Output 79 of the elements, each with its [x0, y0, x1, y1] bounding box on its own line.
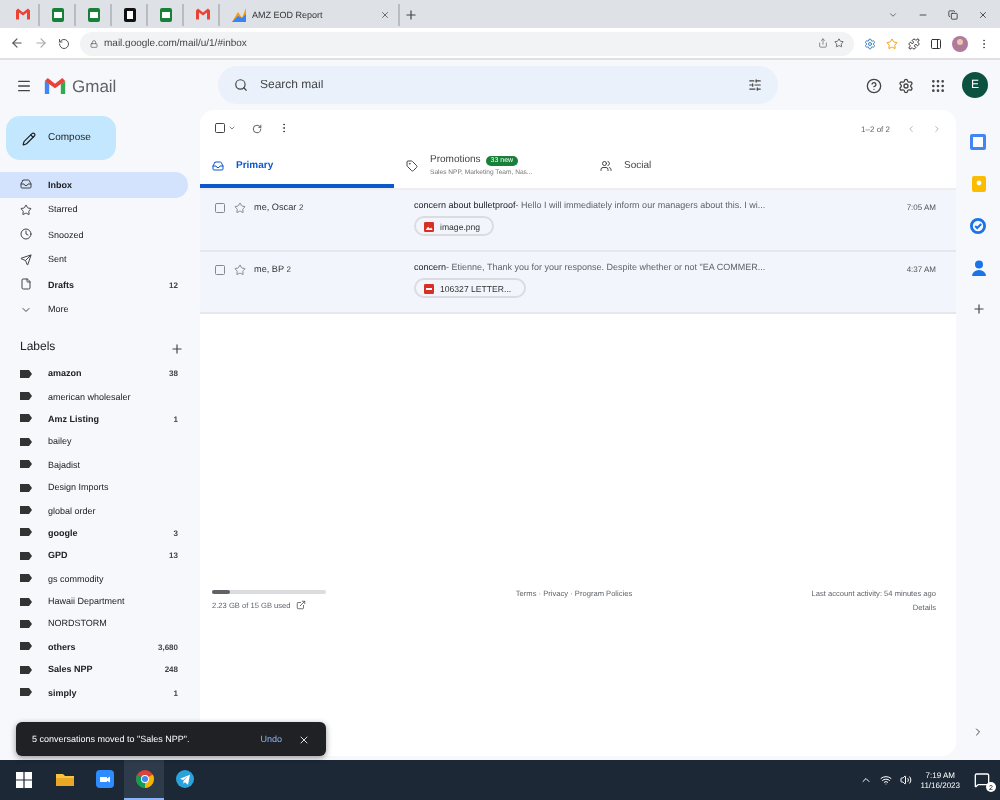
send-icon	[20, 253, 32, 266]
label-icon	[20, 619, 32, 628]
side-panel-icon[interactable]	[930, 37, 942, 49]
label-icon	[20, 642, 32, 651]
label-icon	[20, 551, 32, 560]
clock-icon	[20, 228, 32, 241]
person-icon[interactable]	[971, 260, 985, 276]
checkbox-icon[interactable]	[214, 264, 226, 276]
chevron-right-icon[interactable]	[972, 726, 984, 738]
star-icon[interactable]	[886, 37, 898, 49]
mail-logo-icon	[44, 77, 66, 93]
chevron-down-icon	[20, 303, 32, 316]
chevron-down-icon[interactable]	[888, 9, 898, 19]
label-icon	[20, 414, 32, 423]
checkbox-icon[interactable]	[214, 202, 226, 214]
plus-icon[interactable]	[404, 7, 418, 21]
pdf-file-icon	[424, 283, 434, 293]
label-icon	[20, 369, 32, 378]
calendar-icon[interactable]	[970, 134, 986, 150]
sheet-icon	[160, 7, 172, 21]
folder-icon[interactable]	[55, 772, 73, 786]
label-icon	[20, 688, 32, 697]
star-icon[interactable]	[234, 202, 246, 214]
paper-plane-icon[interactable]	[175, 770, 193, 788]
filter-icon[interactable]	[748, 78, 762, 92]
search-icon	[234, 78, 248, 92]
star-icon[interactable]	[234, 264, 246, 276]
sheet-icon	[88, 7, 100, 21]
volume-icon[interactable]	[900, 774, 913, 786]
plus-icon[interactable]	[971, 302, 985, 316]
mail-icon	[196, 8, 210, 20]
back-icon[interactable]	[10, 36, 24, 50]
sheet-icon	[52, 7, 64, 21]
label-icon	[20, 392, 32, 401]
taskbar-app[interactable]	[124, 760, 164, 800]
lock-icon	[90, 39, 98, 47]
restore-icon[interactable]	[948, 9, 958, 19]
image-file-icon	[424, 221, 434, 231]
help-icon[interactable]	[866, 77, 882, 93]
refresh-icon[interactable]	[252, 123, 262, 133]
network-icon[interactable]	[880, 774, 893, 786]
label-icon	[20, 528, 32, 537]
chart-icon	[232, 7, 246, 21]
star-icon	[20, 203, 32, 216]
inbox-icon	[212, 159, 224, 171]
label-icon	[20, 483, 32, 492]
close-button[interactable]	[298, 733, 310, 745]
plus-icon[interactable]	[170, 341, 184, 355]
label-icon	[20, 574, 32, 583]
reload-icon[interactable]	[58, 37, 70, 49]
inbox-icon	[20, 178, 32, 191]
check-circle-icon[interactable]	[970, 218, 986, 234]
file-icon	[20, 278, 32, 291]
settings-icon[interactable]	[898, 77, 914, 93]
app-name: Gmail	[72, 75, 117, 95]
label-icon	[20, 665, 32, 674]
chevron-up-icon[interactable]	[860, 774, 873, 786]
profile-avatar-icon[interactable]	[952, 35, 968, 51]
label-icon	[20, 437, 32, 446]
message-icon	[974, 772, 990, 788]
apps-icon[interactable]	[930, 77, 946, 93]
close-icon	[298, 733, 310, 745]
checkbox-icon[interactable]	[214, 122, 226, 134]
menu-icon[interactable]	[16, 77, 32, 93]
browser-icon[interactable]	[135, 770, 153, 788]
label-icon	[20, 460, 32, 469]
tag-icon	[406, 159, 418, 171]
people-icon	[600, 159, 612, 171]
gear-icon[interactable]	[864, 37, 876, 49]
document-icon	[124, 7, 136, 21]
external-link-icon[interactable]	[296, 600, 307, 610]
label-icon	[20, 506, 32, 515]
star-icon[interactable]	[834, 38, 844, 48]
puzzle-icon[interactable]	[908, 37, 920, 49]
video-app-icon[interactable]	[95, 770, 113, 788]
windows-icon[interactable]	[16, 771, 32, 787]
label-icon	[20, 597, 32, 606]
mail-icon	[16, 8, 30, 20]
pencil-icon	[22, 131, 36, 145]
